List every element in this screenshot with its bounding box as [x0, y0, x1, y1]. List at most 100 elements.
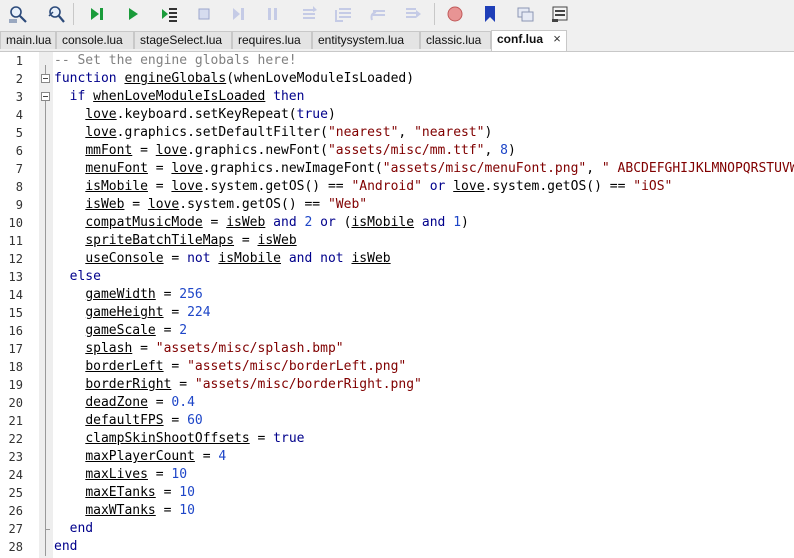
- stop-button[interactable]: [193, 3, 215, 25]
- code-line[interactable]: -- Set the engine globals here!: [54, 52, 297, 70]
- code-editor[interactable]: 1 2 3 4 5 6 7 8 9 10 11 12 13 14 15 16 17 18 19 20 21 22 23 24 2…: [0, 52, 794, 558]
- code-line[interactable]: maxETanks = 10: [54, 484, 195, 502]
- code-token: (whenLoveModuleIsLoaded): [226, 71, 415, 86]
- code-line[interactable]: defaultFPS = 60: [54, 412, 202, 430]
- code-line[interactable]: if whenLoveModuleIsLoaded then: [54, 88, 305, 106]
- bookmark-button[interactable]: [479, 3, 501, 25]
- breakpoint-icon: [445, 4, 465, 24]
- pause-icon: [263, 4, 283, 24]
- code-line[interactable]: maxPlayerCount = 4: [54, 448, 226, 466]
- code-line[interactable]: isWeb = love.system.getOS() == "Web": [54, 196, 367, 214]
- tab-label: main.lua: [6, 33, 52, 47]
- code-token: maxWTanks: [85, 503, 156, 518]
- code-line[interactable]: deadZone = 0.4: [54, 394, 195, 412]
- tab-label: classic.lua: [426, 33, 482, 47]
- code-token: whenLoveModuleIsLoaded: [93, 89, 266, 104]
- line-number: 22: [8, 432, 23, 446]
- code-token: or: [429, 179, 446, 194]
- code-line[interactable]: compatMusicMode = isWeb and 2 or (isMobi…: [54, 214, 469, 232]
- tab-requires[interactable]: requires.lua: [232, 31, 312, 49]
- line-number: 28: [8, 540, 23, 554]
- code-line[interactable]: useConsole = not isMobile and not isWeb: [54, 250, 390, 268]
- step-back-button[interactable]: [367, 3, 389, 25]
- code-token: "assets/misc/menuFont.png": [382, 161, 587, 176]
- code-token: ,: [398, 125, 415, 140]
- code-token: compatMusicMode: [85, 215, 203, 230]
- code-line[interactable]: gameScale = 2: [54, 322, 187, 340]
- code-line[interactable]: borderLeft = "assets/misc/borderLeft.png…: [54, 358, 406, 376]
- code-line[interactable]: function engineGlobals(whenLoveModuleIsL…: [54, 70, 414, 88]
- code-line[interactable]: love.keyboard.setKeyRepeat(true): [54, 106, 335, 124]
- step-out-button[interactable]: [332, 3, 354, 25]
- code-token: =: [132, 143, 156, 158]
- code-token: love: [85, 125, 117, 140]
- code-line[interactable]: end: [54, 520, 93, 538]
- toolbar-separator: [73, 3, 74, 25]
- search-button[interactable]: [7, 3, 29, 25]
- fold-guide: [45, 547, 46, 556]
- code-token: "assets/misc/mm.ttf": [327, 143, 485, 158]
- code-token: and: [288, 251, 313, 266]
- run-button[interactable]: [122, 3, 144, 25]
- code-token: =: [147, 467, 172, 482]
- pause-button[interactable]: [262, 3, 284, 25]
- close-tab-icon[interactable]: ×: [551, 32, 563, 46]
- line-number: 8: [15, 180, 23, 194]
- tab-entitysystem[interactable]: entitysystem.lua: [312, 31, 420, 49]
- code-token: end: [54, 539, 78, 554]
- code-line[interactable]: love.graphics.setDefaultFilter("nearest"…: [54, 124, 492, 142]
- fold-guide: [45, 92, 46, 547]
- code-line[interactable]: maxWTanks = 10: [54, 502, 195, 520]
- step-over-button[interactable]: [228, 3, 250, 25]
- code-line[interactable]: borderRight = "assets/misc/borderRight.p…: [54, 376, 422, 394]
- search-icon: [8, 4, 28, 24]
- fold-toggle-icon[interactable]: [41, 74, 50, 83]
- step-forward-button[interactable]: [402, 3, 424, 25]
- code-token: 1: [453, 215, 462, 230]
- tab-main[interactable]: main.lua: [0, 31, 56, 49]
- code-token: borderRight: [85, 377, 172, 392]
- step-into-button[interactable]: [298, 3, 320, 25]
- run-to-cursor-icon: [159, 4, 179, 24]
- fold-toggle-icon[interactable]: [41, 92, 50, 101]
- code-token: 256: [179, 287, 203, 302]
- code-token: =: [147, 161, 172, 176]
- tab-stageselect[interactable]: stageSelect.lua: [134, 31, 232, 49]
- code-line[interactable]: menuFont = love.graphics.newImageFont("a…: [54, 160, 794, 178]
- code-line[interactable]: else: [54, 268, 101, 286]
- code-line[interactable]: gameHeight = 224: [54, 304, 210, 322]
- fold-margin[interactable]: [39, 52, 53, 558]
- code-line[interactable]: splash = "assets/misc/splash.bmp": [54, 340, 344, 358]
- code-line[interactable]: clampSkinShootOffsets = true: [54, 430, 304, 448]
- run-all-icon: [88, 4, 108, 24]
- watch-icon: [515, 4, 535, 24]
- breakpoint-button[interactable]: [444, 3, 466, 25]
- code-token: maxPlayerCount: [85, 449, 195, 464]
- code-token: .graphics.newImageFont(: [202, 161, 383, 176]
- find-in-files-button[interactable]: [45, 3, 67, 25]
- line-number: 1: [15, 54, 23, 68]
- stack-button[interactable]: [549, 3, 571, 25]
- tab-console[interactable]: console.lua: [56, 31, 134, 49]
- code-line[interactable]: gameWidth = 256: [54, 286, 203, 304]
- code-line[interactable]: end: [54, 538, 77, 556]
- code-token: =: [249, 431, 274, 446]
- code-line[interactable]: mmFont = love.graphics.newFont("assets/m…: [54, 142, 516, 160]
- line-number: 24: [8, 468, 23, 482]
- code-token: "assets/misc/splash.bmp": [155, 341, 344, 356]
- tab-conf[interactable]: conf.lua ×: [491, 30, 567, 51]
- step-forward-icon: [403, 4, 423, 24]
- code-token: maxLives: [85, 467, 148, 482]
- code-line[interactable]: maxLives = 10: [54, 466, 187, 484]
- run-all-button[interactable]: [87, 3, 109, 25]
- watch-button[interactable]: [514, 3, 536, 25]
- line-number: 17: [8, 342, 23, 356]
- code-line[interactable]: spriteBatchTileMaps = isWeb: [54, 232, 296, 250]
- code-line[interactable]: isMobile = love.system.getOS() == "Andro…: [54, 178, 672, 196]
- run-to-cursor-button[interactable]: [158, 3, 180, 25]
- tab-classic[interactable]: classic.lua: [420, 31, 491, 49]
- code-token: 10: [179, 485, 195, 500]
